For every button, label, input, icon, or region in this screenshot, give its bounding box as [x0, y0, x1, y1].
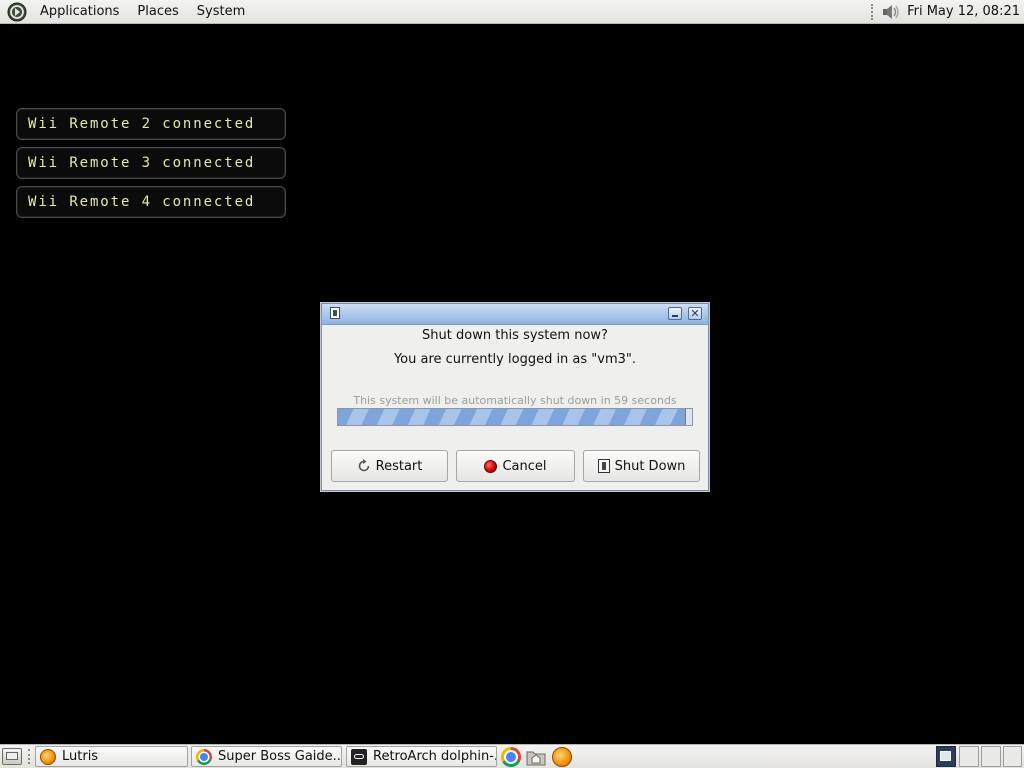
restart-label: Restart	[375, 458, 423, 474]
taskbar-handle[interactable]	[28, 749, 33, 764]
cancel-button[interactable]: Cancel	[456, 450, 575, 482]
dialog-titlebar[interactable]: ✕	[322, 304, 708, 325]
wii-remote-4-notification: Wii Remote 4 connected	[16, 186, 286, 218]
gnome-foot-logo-icon[interactable]	[7, 2, 27, 22]
auto-shutdown-text: This system will be automatically shut d…	[353, 394, 677, 407]
panel-tray: Fri May 12, 08:21	[871, 0, 1024, 24]
wii-remote-2-notification: Wii Remote 2 connected	[16, 108, 286, 140]
task-label: Lutris	[62, 749, 99, 764]
menu-places[interactable]: Places	[128, 4, 187, 19]
restart-icon	[358, 459, 369, 472]
task-lutris[interactable]: Lutris	[35, 746, 188, 767]
close-button[interactable]: ✕	[688, 307, 702, 320]
countdown-progress-bar	[337, 408, 693, 426]
workspace-3[interactable]	[981, 746, 1001, 767]
shut-down-button[interactable]: Shut Down	[583, 450, 700, 482]
stop-icon	[484, 459, 498, 473]
chrome-launcher-icon[interactable]	[501, 747, 521, 767]
task-super-boss-gaiden[interactable]: Super Boss Gaide...	[191, 746, 342, 767]
workspace-1[interactable]	[936, 746, 956, 767]
clock[interactable]: Fri May 12, 08:21	[905, 4, 1024, 19]
task-label: Super Boss Gaide...	[218, 749, 342, 764]
progress-fill	[338, 409, 686, 425]
files-launcher-icon[interactable]	[526, 747, 546, 767]
chrome-icon	[196, 748, 212, 765]
bottom-panel: Lutris Super Boss Gaide... RetroArch dol…	[0, 744, 1024, 768]
dialog-question: Shut down this system now?	[422, 328, 608, 343]
task-retroarch[interactable]: RetroArch dolphin-...	[346, 746, 497, 767]
menu-applications[interactable]: Applications	[31, 4, 128, 19]
shut-down-label: Shut Down	[614, 458, 686, 474]
wii-remote-3-notification: Wii Remote 3 connected	[16, 147, 286, 179]
lutris-launcher-icon[interactable]	[552, 747, 572, 767]
top-panel: Applications Places System Fri May 12, 0…	[0, 0, 1024, 24]
workspace-2[interactable]	[959, 746, 979, 767]
power-switch-icon	[597, 459, 610, 473]
show-desktop-button[interactable]	[2, 748, 22, 765]
workspace-4[interactable]	[1003, 746, 1022, 767]
menu-system[interactable]: System	[188, 4, 254, 19]
restart-button[interactable]: Restart	[331, 450, 448, 482]
retroarch-icon	[351, 748, 367, 765]
logged-in-text: You are currently logged in as "vm3".	[393, 352, 637, 367]
minimize-button[interactable]	[668, 307, 682, 320]
panel-handle[interactable]	[871, 3, 876, 20]
shutdown-dialog: ✕ Shut down this system now? You are cur…	[321, 303, 709, 491]
task-label: RetroArch dolphin-...	[373, 749, 497, 764]
lutris-icon	[40, 748, 56, 765]
window-menu-icon[interactable]	[330, 307, 340, 319]
volume-icon[interactable]	[881, 2, 901, 22]
cancel-label: Cancel	[502, 458, 547, 474]
